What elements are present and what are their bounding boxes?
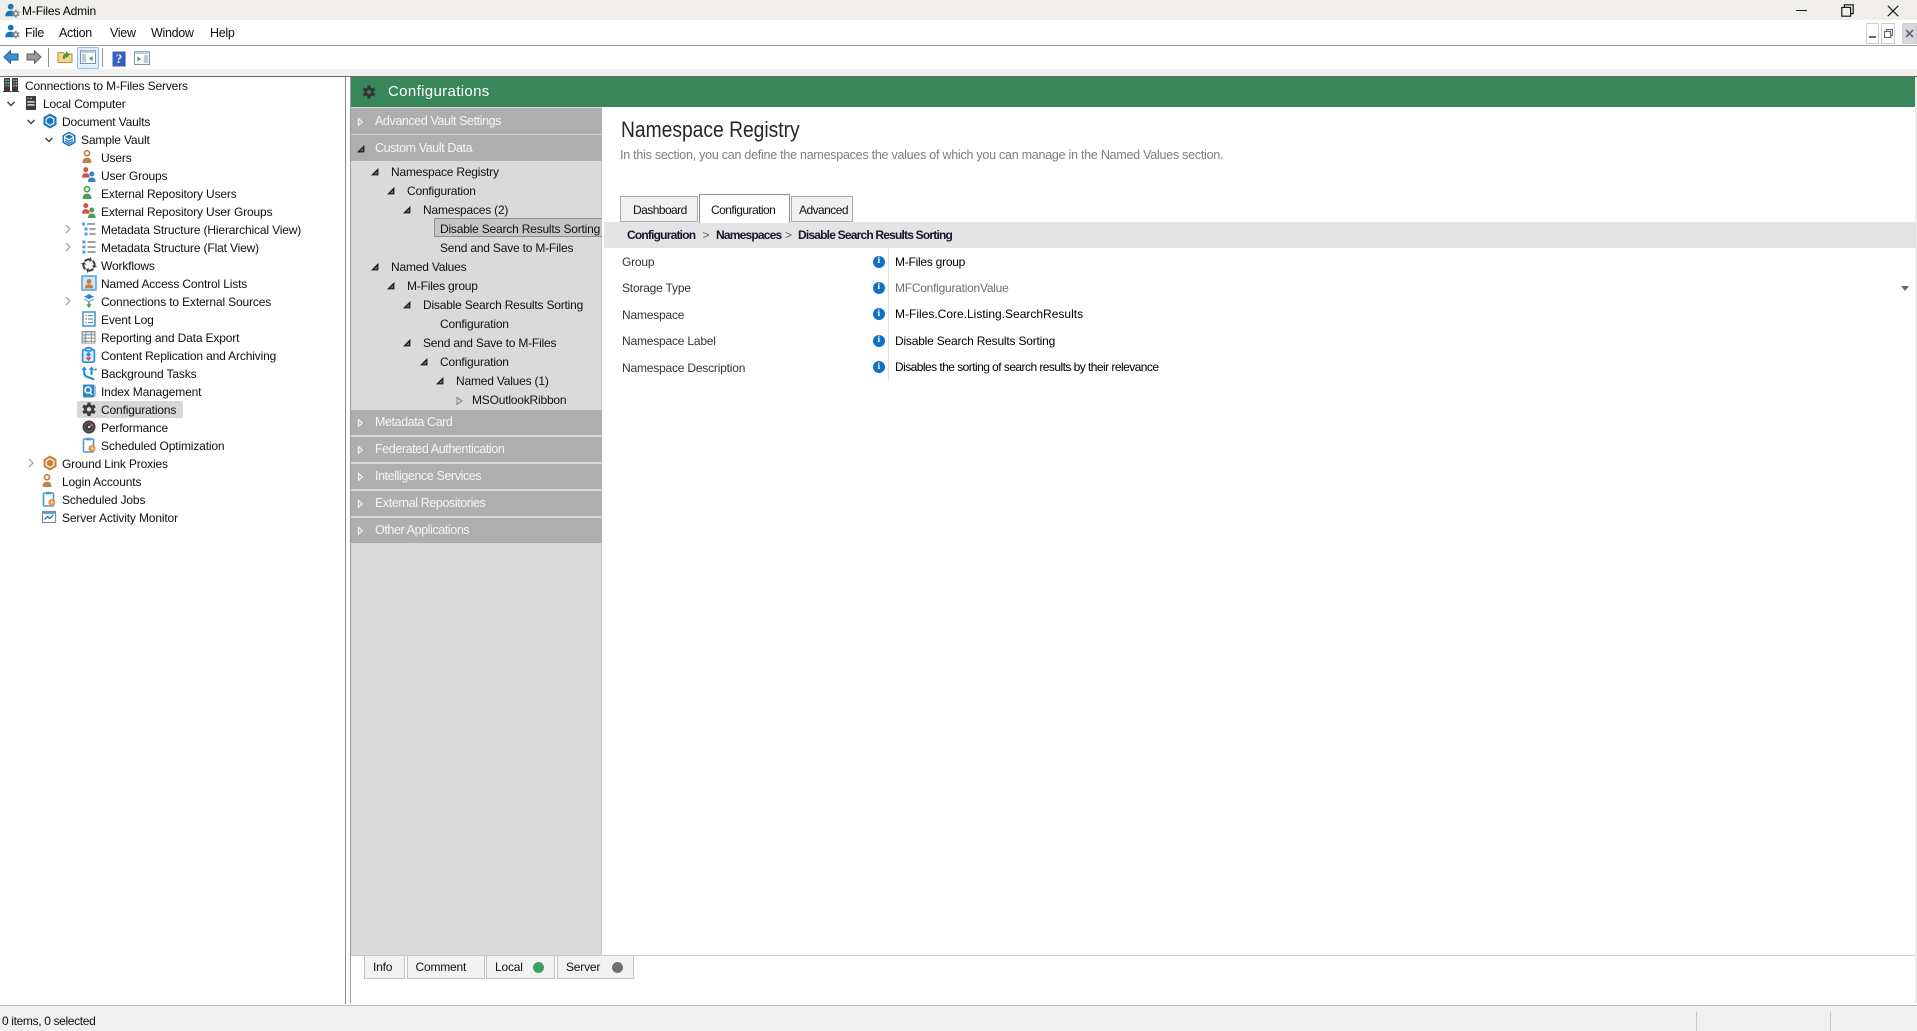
svg-text:?: ? (116, 51, 123, 66)
